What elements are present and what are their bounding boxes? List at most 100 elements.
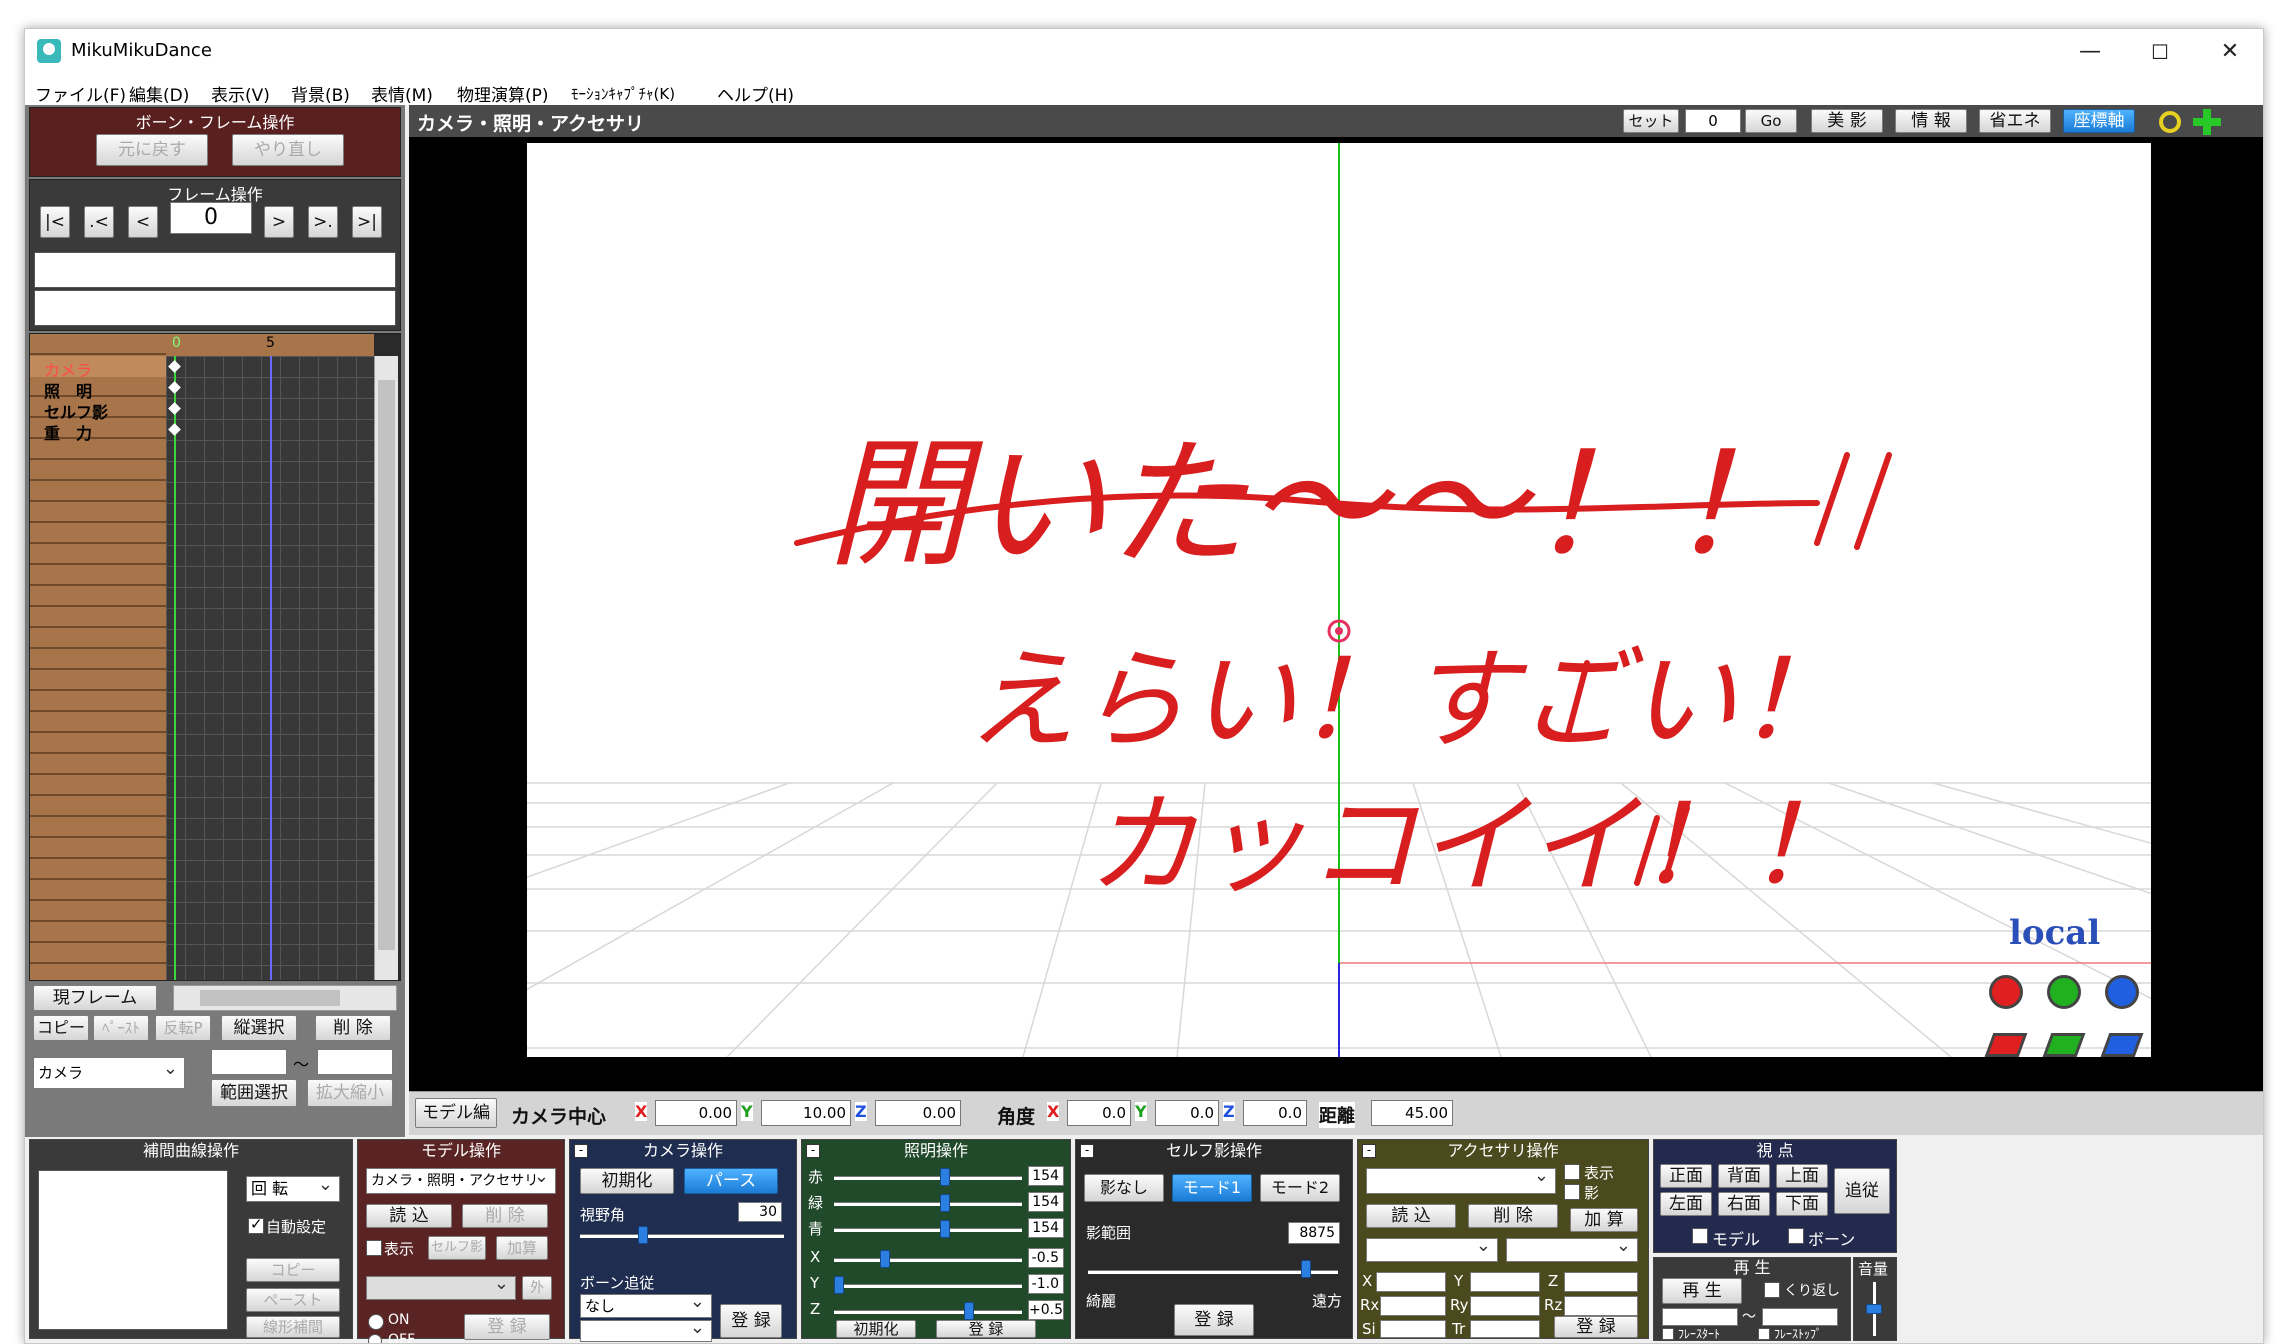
target-select[interactable]: カメラ <box>33 1057 185 1089</box>
view-follow-button[interactable]: 追従 <box>1834 1168 1890 1214</box>
copy-button[interactable]: コピー <box>33 1015 89 1041</box>
view-model-checkbox[interactable] <box>1692 1228 1708 1244</box>
acc-rx-input[interactable] <box>1380 1296 1446 1316</box>
play-start-input[interactable] <box>1662 1308 1738 1326</box>
move-icon[interactable] <box>2193 109 2221 135</box>
menu-face[interactable]: 表情(M) <box>371 81 433 106</box>
light-r-input[interactable]: 154 <box>1028 1166 1064 1186</box>
center-z-input[interactable]: 0.00 <box>875 1100 961 1126</box>
fov-input[interactable]: 30 <box>738 1202 782 1222</box>
view-back-button[interactable]: 背面 <box>1718 1164 1770 1188</box>
angle-z-input[interactable]: 0.0 <box>1243 1100 1307 1126</box>
auto-setting-checkbox[interactable]: ✓ <box>248 1215 264 1234</box>
viewport-frame-input[interactable]: 0 <box>1685 109 1741 133</box>
acc-z-input[interactable] <box>1564 1272 1638 1292</box>
light-z-track[interactable] <box>834 1310 1022 1314</box>
prev-frame-button[interactable]: < <box>128 206 158 238</box>
acc-tr-input[interactable] <box>1470 1320 1540 1338</box>
frame-start-checkbox[interactable] <box>1662 1328 1674 1340</box>
angle-y-input[interactable]: 0.0 <box>1155 1100 1219 1126</box>
acc-load-button[interactable]: 読 込 <box>1366 1204 1456 1228</box>
menu-help[interactable]: ヘルプ(H) <box>717 81 794 106</box>
view-right-button[interactable]: 右面 <box>1718 1192 1770 1216</box>
perspective-button[interactable]: パース <box>684 1168 778 1194</box>
first-frame-button[interactable]: |< <box>40 206 70 238</box>
shadow-register-button[interactable]: 登 録 <box>1174 1304 1254 1336</box>
view-bottom-button[interactable]: 下面 <box>1776 1192 1828 1216</box>
light-r-thumb[interactable] <box>940 1168 950 1186</box>
undo-button[interactable]: 元に戻す <box>96 134 208 166</box>
range-end-input[interactable] <box>317 1049 393 1075</box>
view-front-button[interactable]: 正面 <box>1660 1164 1712 1188</box>
model-show-checkbox[interactable] <box>366 1240 382 1256</box>
next-frame-button[interactable]: > <box>264 206 294 238</box>
light-x-track[interactable] <box>834 1258 1022 1262</box>
timeline-vscrollbar[interactable] <box>374 356 398 980</box>
light-init-button[interactable]: 初期化 <box>836 1320 916 1338</box>
shadow-mode1-button[interactable]: モード1 <box>1172 1174 1252 1202</box>
interp-curve-box[interactable] <box>38 1170 228 1330</box>
light-b-input[interactable]: 154 <box>1028 1218 1064 1238</box>
go-button[interactable]: Go <box>1745 109 1797 133</box>
minimize-button[interactable]: — <box>2055 29 2125 75</box>
vscroll-thumb[interactable] <box>378 380 395 950</box>
y-rotate-icon[interactable] <box>2047 975 2081 1009</box>
play-button[interactable]: 再 生 <box>1662 1278 1742 1304</box>
acc-shadow-checkbox[interactable] <box>1564 1184 1580 1200</box>
linear-interp-button[interactable]: 線形補間 <box>246 1316 340 1338</box>
off-radio[interactable] <box>368 1334 382 1343</box>
view-top-button[interactable]: 上面 <box>1776 1164 1828 1188</box>
shadow-mode2-button[interactable]: モード2 <box>1260 1174 1340 1202</box>
acc-parent-bone-select[interactable] <box>1506 1238 1638 1262</box>
interp-paste-button[interactable]: ペースト <box>246 1288 340 1312</box>
shadow-none-button[interactable]: 影なし <box>1084 1174 1164 1202</box>
light-x-thumb[interactable] <box>880 1250 890 1268</box>
light-y-input[interactable]: -1.0 <box>1028 1274 1064 1294</box>
volume-thumb[interactable] <box>1866 1304 1882 1314</box>
loop-checkbox[interactable] <box>1764 1282 1780 1298</box>
last-frame-button[interactable]: >| <box>352 206 382 238</box>
play-end-input[interactable] <box>1762 1308 1838 1326</box>
accessory-select[interactable] <box>1366 1168 1556 1194</box>
range-select-button[interactable]: 範囲選択 <box>211 1079 297 1107</box>
on-radio[interactable] <box>368 1314 384 1330</box>
light-r-track[interactable] <box>834 1176 1022 1180</box>
menu-background[interactable]: 背景(B) <box>291 81 350 106</box>
acc-delete-button[interactable]: 削 除 <box>1468 1204 1558 1228</box>
info-button[interactable]: 情 報 <box>1895 109 1967 133</box>
menu-view[interactable]: 表示(V) <box>211 81 270 106</box>
next-key-button[interactable]: >. <box>308 206 338 238</box>
timeline-hscrollbar[interactable] <box>173 985 397 1011</box>
acc-x-input[interactable] <box>1376 1272 1446 1292</box>
acc-rz-input[interactable] <box>1564 1296 1638 1316</box>
interp-copy-button[interactable]: コピー <box>246 1258 340 1282</box>
distance-input[interactable]: 45.00 <box>1371 1100 1453 1126</box>
acc-ry-input[interactable] <box>1470 1296 1540 1316</box>
light-x-input[interactable]: -0.5 <box>1028 1248 1064 1268</box>
camera-register-button[interactable]: 登 録 <box>720 1304 782 1338</box>
menu-motion-capture[interactable]: ﾓｰｼｮﾝｷｬﾌﾟﾁｬ(K) <box>571 83 675 104</box>
light-g-input[interactable]: 154 <box>1028 1192 1064 1212</box>
model-select[interactable]: カメラ・照明・アクセサリ <box>366 1168 556 1194</box>
model-edit-button[interactable]: モデル編 <box>415 1098 497 1128</box>
view-bone-checkbox[interactable] <box>1788 1228 1804 1244</box>
light-y-thumb[interactable] <box>834 1276 844 1294</box>
model-delete-button[interactable]: 削 除 <box>462 1204 548 1228</box>
delete-frame-button[interactable]: 削 除 <box>315 1015 391 1041</box>
model-load-button[interactable]: 読 込 <box>366 1204 452 1228</box>
acc-parent-model-select[interactable] <box>1366 1238 1498 1262</box>
axis-button[interactable]: 座標軸 <box>2063 109 2135 133</box>
shadow-range-thumb[interactable] <box>1301 1260 1311 1278</box>
paste-button[interactable]: ﾍﾟｰｽﾄ <box>93 1015 149 1041</box>
outer-parent-button[interactable]: 外 <box>522 1276 552 1300</box>
model-self-shadow-button[interactable]: セルフ影 <box>428 1236 486 1260</box>
hscroll-thumb[interactable] <box>200 990 340 1006</box>
menu-physics[interactable]: 物理演算(P) <box>457 81 549 106</box>
light-b-thumb[interactable] <box>940 1220 950 1238</box>
x-rotate-icon[interactable] <box>1989 975 2023 1009</box>
menu-file[interactable]: ファイル(F) <box>35 81 126 106</box>
z-rotate-icon[interactable] <box>2105 975 2139 1009</box>
reverse-paste-button[interactable]: 反転P <box>155 1015 211 1041</box>
center-y-input[interactable]: 10.00 <box>761 1100 851 1126</box>
redo-button[interactable]: やり直し <box>232 134 344 166</box>
